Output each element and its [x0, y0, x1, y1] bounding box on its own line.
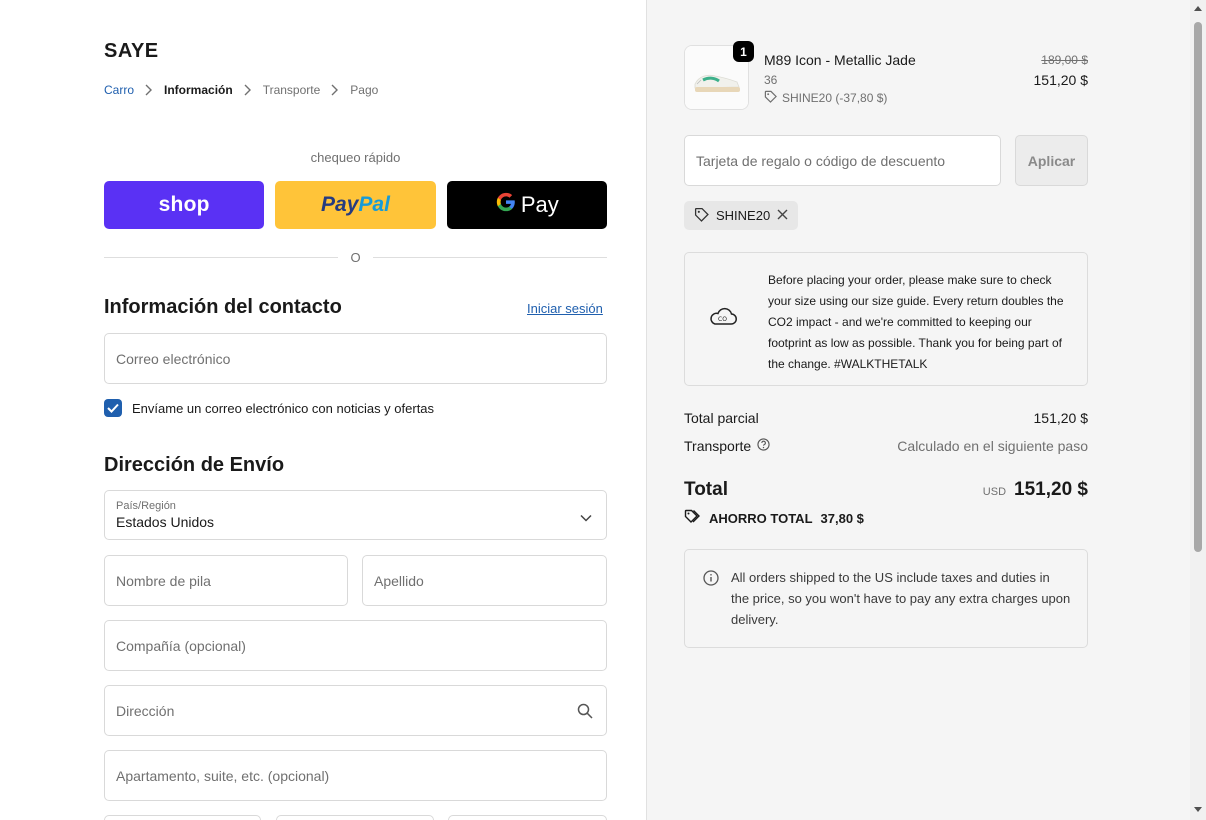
duties-info-text: All orders shipped to the US include tax… — [731, 570, 1071, 627]
sustainability-text: Before placing your order, please make s… — [768, 273, 1064, 371]
country-label: País/Región — [116, 500, 176, 512]
paypal-label-b: Pal — [358, 193, 390, 216]
google-pay-label: Pay — [520, 192, 559, 217]
currency-code: USD — [982, 486, 1007, 498]
help-circle-icon[interactable] — [757, 438, 770, 454]
tag-icon — [764, 90, 777, 106]
product-price: 151,20 $ — [1033, 72, 1089, 88]
chevron-down-icon — [580, 509, 592, 527]
tag-icon — [694, 207, 709, 225]
express-checkout-buttons: shop Pay Pal Pay — [104, 181, 607, 229]
total-savings: AHORRO TOTAL 37,80 $ — [684, 509, 864, 527]
chevron-right-icon — [243, 83, 253, 97]
subtotal-row: Total parcial 151,20 $ — [684, 410, 1088, 426]
chevron-right-icon — [330, 83, 340, 97]
scrollbar-thumb[interactable] — [1194, 22, 1202, 552]
tag-icon — [684, 509, 701, 527]
scroll-up-arrow-icon[interactable] — [1194, 6, 1202, 11]
checkout-main: SAYE Carro Información Transporte Pago c… — [0, 0, 646, 820]
address-placeholder: Dirección — [116, 702, 175, 719]
paypal-label-a: Pay — [321, 193, 359, 216]
or-label: O — [350, 249, 361, 265]
newsletter-option: Envíame un correo electrónico con notici… — [104, 399, 434, 417]
shipping-label-group: Transporte — [684, 438, 770, 454]
shipping-value: Calculado en el siguiente paso — [897, 438, 1088, 454]
store-logo[interactable]: SAYE — [104, 40, 159, 63]
product-variant: 36 — [764, 73, 778, 87]
express-checkout-heading: chequeo rápido — [310, 150, 401, 165]
google-pay-button[interactable]: Pay — [446, 181, 607, 229]
or-divider: O — [104, 248, 607, 266]
first-name-field[interactable]: Nombre de pila — [104, 555, 348, 606]
breadcrumb-information: Información — [164, 83, 233, 97]
product-discount-label: SHINE20 (-37,80 $) — [782, 91, 888, 105]
product-discount: SHINE20 (-37,80 $) — [764, 90, 887, 106]
shipping-title: Dirección de Envío — [104, 454, 285, 476]
last-name-field[interactable]: Apellido — [362, 555, 607, 606]
total-value: 151,20 $ — [1014, 479, 1088, 500]
shop-pay-button[interactable]: shop — [104, 181, 265, 229]
city-field[interactable] — [104, 815, 261, 820]
divider-line — [372, 256, 607, 258]
info-icon — [703, 570, 719, 591]
applied-discount-code: SHINE20 — [716, 208, 771, 223]
scroll-down-arrow-icon[interactable] — [1194, 807, 1202, 812]
applied-discount-chip: SHINE20 — [684, 201, 799, 230]
breadcrumb-shipping: Transporte — [262, 83, 321, 97]
newsletter-label: Envíame un correo electrónico con notici… — [132, 400, 435, 416]
shop-pay-label: shop — [158, 193, 210, 216]
svg-text:CO: CO — [718, 316, 727, 323]
apartment-field[interactable]: Apartamento, suite, etc. (opcional) — [104, 750, 607, 801]
apply-discount-button[interactable]: Aplicar — [1015, 135, 1088, 186]
subtotal-value: 151,20 $ — [1033, 410, 1089, 426]
divider-line — [104, 256, 339, 258]
remove-discount-icon[interactable] — [777, 208, 788, 223]
savings-label: AHORRO TOTAL — [709, 510, 813, 526]
shipping-label: Transporte — [684, 438, 752, 454]
google-g-icon — [495, 191, 517, 219]
total-row: Total USD 151,20 $ — [684, 479, 1088, 501]
newsletter-checkbox[interactable] — [104, 399, 122, 417]
signin-link[interactable]: Iniciar sesión — [527, 301, 603, 316]
breadcrumb-cart[interactable]: Carro — [104, 83, 134, 97]
shipping-row: Transporte Calculado en el siguiente pas… — [684, 438, 1088, 454]
country-value: Estados Unidos — [116, 514, 215, 530]
product-name: M89 Icon - Metallic Jade — [764, 52, 916, 68]
breadcrumb-payment: Pago — [350, 83, 379, 97]
discount-code-input[interactable]: Tarjeta de regalo o código de descuento — [684, 135, 1001, 186]
subtotal-label: Total parcial — [684, 410, 759, 426]
country-select[interactable]: País/Región Estados Unidos — [104, 490, 607, 540]
paypal-button[interactable]: Pay Pal — [275, 181, 436, 229]
product-original-price: 189,00 $ — [1041, 53, 1088, 67]
total-label: Total — [684, 479, 728, 500]
sustainability-notice: CO Before placing your order, please mak… — [684, 252, 1088, 386]
zip-field[interactable] — [448, 815, 607, 820]
state-field[interactable] — [276, 815, 434, 820]
breadcrumb: Carro Información Transporte Pago — [104, 83, 378, 97]
savings-value: 37,80 $ — [820, 510, 864, 526]
company-field[interactable]: Compañía (opcional) — [104, 620, 607, 671]
cloud-co2-icon: CO — [708, 307, 738, 332]
total-value-group: USD 151,20 $ — [983, 479, 1088, 501]
duties-info-box: All orders shipped to the US include tax… — [684, 549, 1088, 648]
check-icon — [107, 403, 119, 413]
email-field[interactable]: Correo electrónico — [104, 333, 607, 384]
quantity-badge: 1 — [733, 41, 754, 62]
address-field[interactable]: Dirección — [104, 685, 607, 736]
page-scrollbar[interactable] — [1190, 0, 1206, 820]
search-icon — [577, 703, 593, 722]
contact-title: Información del contacto — [104, 296, 342, 318]
chevron-right-icon — [144, 83, 154, 97]
